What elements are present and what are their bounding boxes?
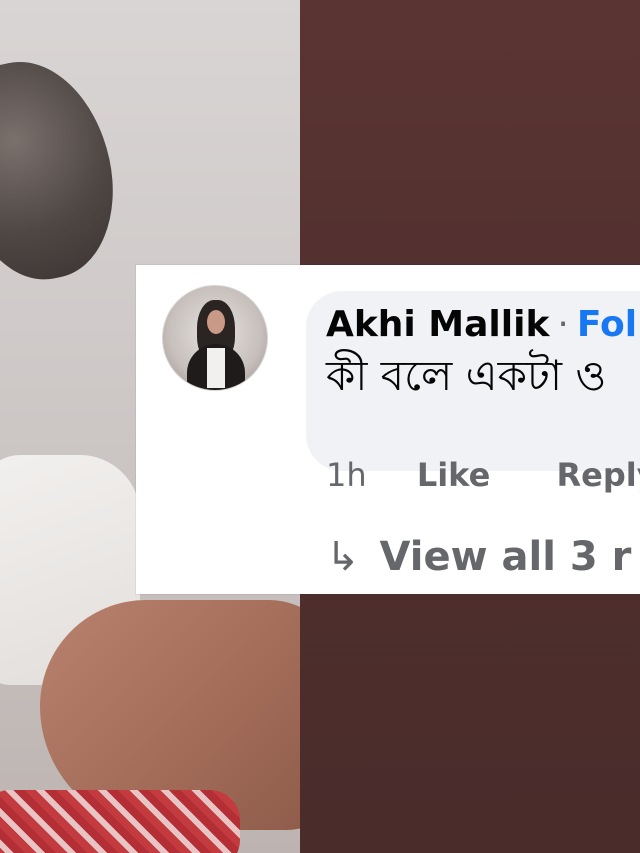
view-replies-link[interactable]: ↳ View all 3 r: [326, 533, 631, 581]
comment-timestamp[interactable]: 1h: [326, 456, 367, 494]
separator-dot: ·: [557, 304, 569, 345]
like-button[interactable]: Like: [417, 456, 490, 494]
comment-card: Akhi Mallik·Foll কী বলে একটা ও 1h Like R…: [136, 265, 640, 594]
follow-link[interactable]: Foll: [577, 304, 640, 345]
comment-text: কী বলে একটা ও: [326, 351, 607, 400]
reply-arrow-icon: ↳: [326, 534, 360, 580]
red-cloth: [0, 790, 240, 853]
view-replies-label: View all 3 r: [379, 534, 632, 580]
avatar[interactable]: [162, 285, 268, 391]
reply-button[interactable]: Reply: [556, 456, 640, 494]
author-name[interactable]: Akhi Mallik: [326, 304, 549, 345]
person-hair: [0, 46, 132, 294]
comment-header: Akhi Mallik·Foll: [326, 303, 640, 347]
comment-actions: 1h Like Reply: [326, 455, 640, 495]
